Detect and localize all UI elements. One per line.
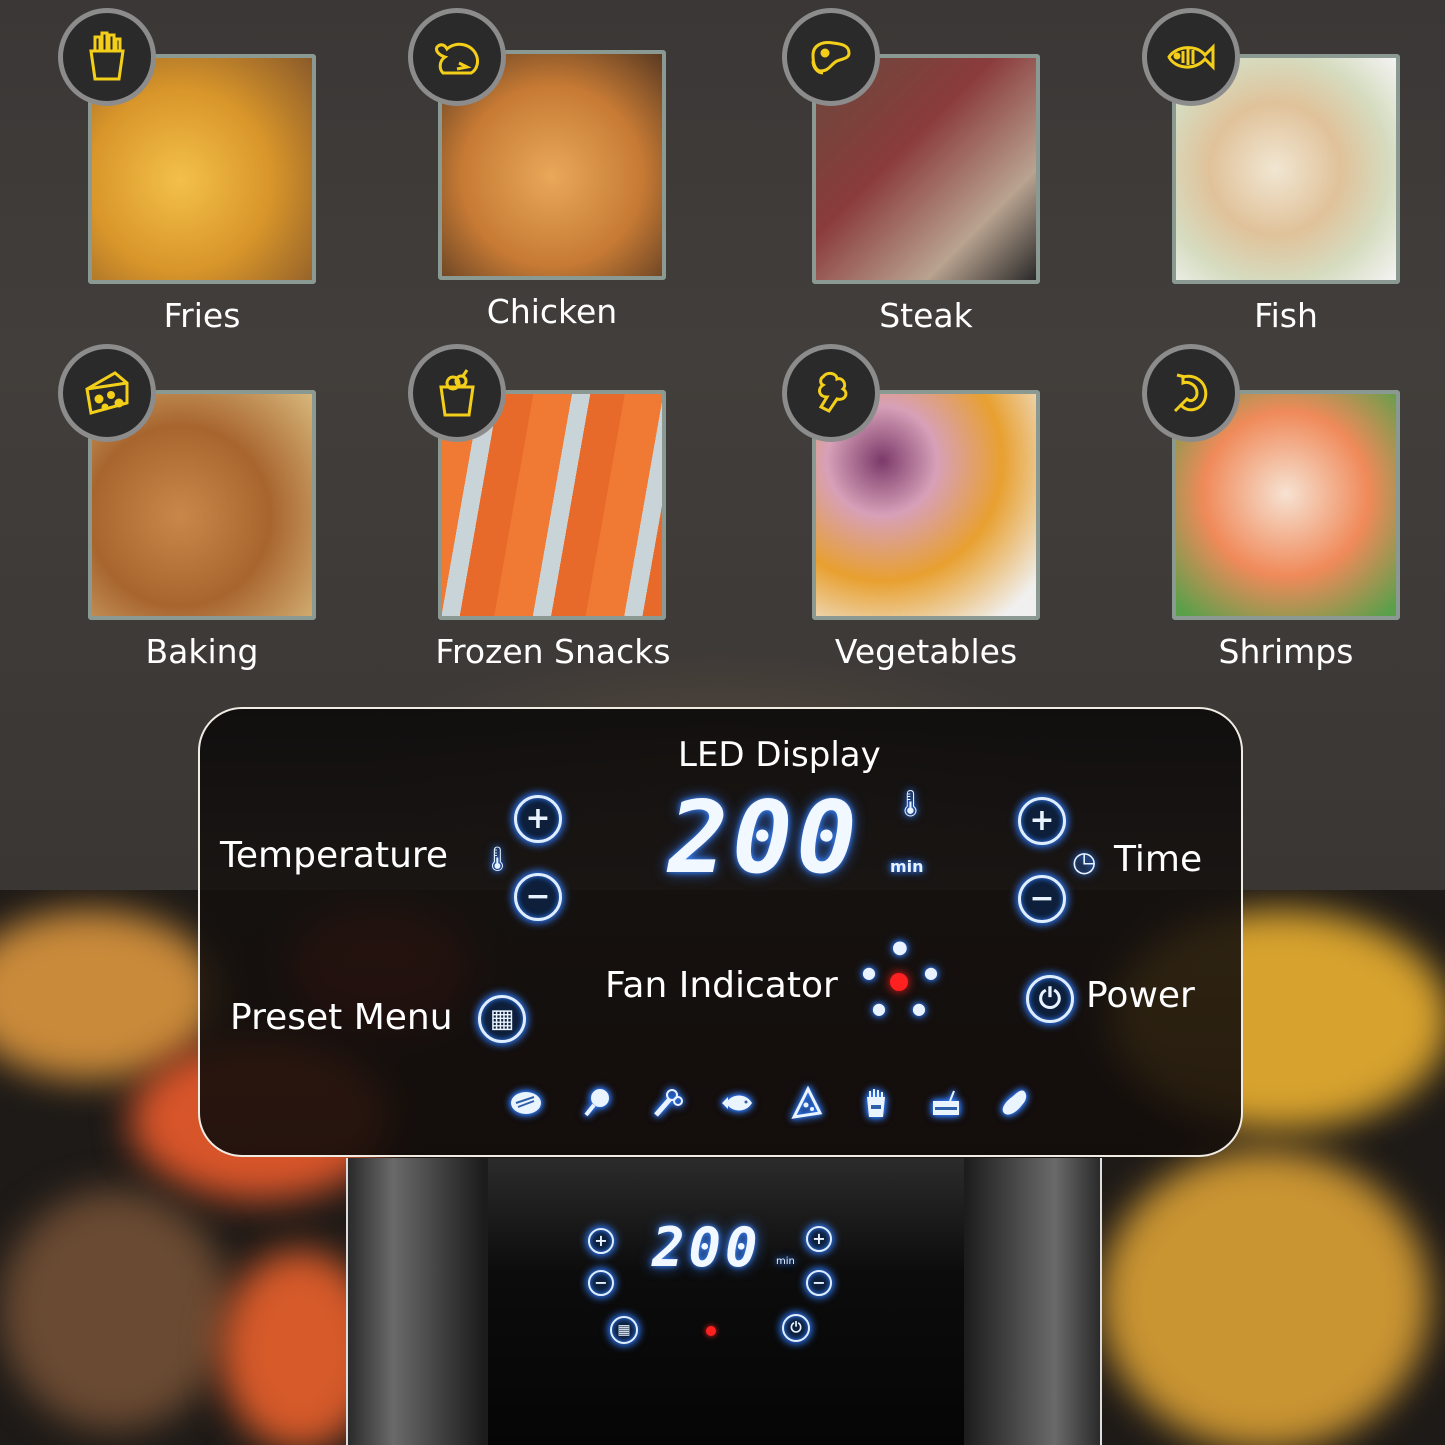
appliance-time-minus-button[interactable]: − <box>806 1270 832 1296</box>
steak-icon <box>782 8 880 106</box>
control-panel-callout: LED Display 200 min 🌡︎ Temperature 🌡︎ + … <box>198 707 1243 1157</box>
fries-icon[interactable] <box>856 1083 896 1123</box>
appliance-time-plus-button[interactable]: + <box>806 1226 832 1252</box>
fish-icon <box>1142 8 1240 106</box>
fan-indicator: ● ● ● ● ● <box>860 937 940 1021</box>
broccoli-icon <box>782 344 880 442</box>
led-display-label: LED Display <box>678 735 881 775</box>
cake-icon[interactable] <box>926 1083 966 1123</box>
air-fryer-control-face: 200 min + − + − ▦ ⏻ <box>488 1158 964 1445</box>
drumstick-icon[interactable] <box>576 1083 616 1123</box>
food-label: Baking <box>145 632 259 671</box>
appliance-preset-menu-button[interactable]: ▦ <box>610 1316 638 1344</box>
led-display-value: 200 <box>668 779 861 896</box>
appliance-temp-plus-button[interactable]: + <box>588 1228 614 1254</box>
time-minus-button[interactable]: − <box>1018 875 1066 923</box>
time-plus-button[interactable]: + <box>1018 797 1066 845</box>
thermometer-icon: 🌡︎ <box>894 789 928 819</box>
steak-icon[interactable] <box>506 1083 546 1123</box>
food-label: Frozen Snacks <box>435 632 671 671</box>
fan-indicator-label: Fan Indicator <box>605 965 838 1006</box>
appliance-led-unit: min <box>776 1256 795 1267</box>
air-fryer-body: 200 min + − + − ▦ ⏻ <box>346 1158 1102 1445</box>
pizza-icon[interactable] <box>786 1083 826 1123</box>
appliance-temp-minus-button[interactable]: − <box>588 1270 614 1296</box>
eggplant-icon[interactable] <box>996 1083 1036 1123</box>
snack-bucket-icon <box>408 344 506 442</box>
fan-blade-icon: ● <box>924 963 938 982</box>
food-label: Fries <box>163 296 241 335</box>
preset-icons-row <box>506 1083 1036 1123</box>
fries-icon <box>58 8 156 106</box>
shrimp-icon <box>1142 344 1240 442</box>
power-button[interactable]: ⏻ <box>1026 975 1074 1023</box>
preset-menu-label: Preset Menu <box>230 997 453 1038</box>
fan-red-light <box>890 973 908 991</box>
fan-blade-icon: ● <box>912 999 926 1018</box>
preset-menu-button[interactable]: ▦ <box>478 995 526 1043</box>
fan-blade-icon: ● <box>862 963 876 982</box>
food-label: Vegetables <box>834 632 1018 671</box>
temperature-plus-button[interactable]: + <box>514 795 562 843</box>
appliance-led-value: 200 <box>652 1216 762 1279</box>
fan-blade-icon: ● <box>872 999 886 1018</box>
clock-icon: ◷ <box>1072 845 1097 878</box>
food-label: Steak <box>879 296 973 335</box>
appliance-fan-indicator-light <box>706 1326 716 1336</box>
lobster-icon[interactable] <box>646 1083 686 1123</box>
food-label: Fish <box>1254 296 1318 335</box>
appliance-power-button[interactable]: ⏻ <box>782 1314 810 1342</box>
time-label: Time <box>1114 839 1203 880</box>
temperature-label: Temperature <box>220 835 449 876</box>
fan-blade-icon: ● <box>892 937 908 958</box>
chicken-icon <box>408 8 506 106</box>
thermometer-icon: 🌡︎ <box>482 845 513 873</box>
cheese-icon <box>58 344 156 442</box>
fish-icon[interactable] <box>716 1083 756 1123</box>
power-label: Power <box>1086 975 1195 1016</box>
temperature-minus-button[interactable]: − <box>514 873 562 921</box>
led-unit: min <box>890 857 924 876</box>
food-label: Chicken <box>486 292 618 331</box>
food-label: Shrimps <box>1218 632 1354 671</box>
